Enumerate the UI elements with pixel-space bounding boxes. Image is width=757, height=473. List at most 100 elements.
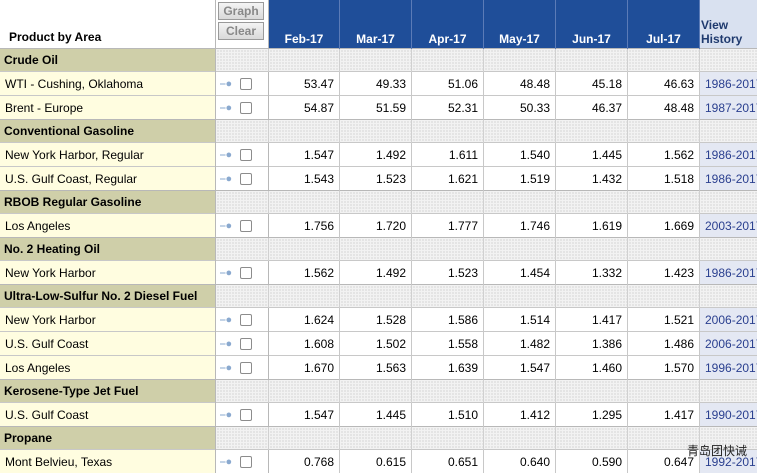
series-checkbox[interactable] xyxy=(240,173,252,185)
view-history-link: 2006-2017 xyxy=(700,332,757,356)
series-checkbox[interactable] xyxy=(240,338,252,350)
price-cell: 1.670 xyxy=(269,356,340,380)
history-range[interactable]: 1986-2017 xyxy=(705,172,757,186)
table-row: New York Harbor, Regular⎯●1.5471.4921.61… xyxy=(0,143,757,167)
price-cell: 1.547 xyxy=(484,356,556,380)
key-icon[interactable]: ⎯● xyxy=(220,149,232,162)
price-cell: 1.611 xyxy=(412,143,484,167)
price-cell: 50.33 xyxy=(484,96,556,120)
area-label: Los Angeles xyxy=(0,214,216,238)
price-cell: 1.563 xyxy=(340,356,412,380)
category-filler xyxy=(628,120,700,143)
month-header: May-17 xyxy=(484,0,556,49)
category-filler xyxy=(484,238,556,261)
clear-button[interactable]: Clear xyxy=(218,22,264,40)
series-checkbox[interactable] xyxy=(240,149,252,161)
key-icon[interactable]: ⎯● xyxy=(220,314,232,327)
price-cell: 49.33 xyxy=(340,72,412,96)
series-checkbox[interactable] xyxy=(240,314,252,326)
series-checkbox[interactable] xyxy=(240,362,252,374)
row-controls: ⎯● xyxy=(216,261,269,285)
category-filler xyxy=(556,380,628,403)
area-label: U.S. Gulf Coast xyxy=(0,332,216,356)
key-icon[interactable]: ⎯● xyxy=(220,78,232,91)
price-cell: 1.528 xyxy=(340,308,412,332)
price-cell: 1.502 xyxy=(340,332,412,356)
category-filler xyxy=(216,285,269,308)
series-checkbox[interactable] xyxy=(240,78,252,90)
category-label: Conventional Gasoline xyxy=(0,120,216,143)
graph-button[interactable]: Graph xyxy=(218,2,264,20)
category-label: Ultra-Low-Sulfur No. 2 Diesel Fuel xyxy=(0,285,216,308)
category-filler xyxy=(340,285,412,308)
category-filler xyxy=(216,380,269,403)
category-filler xyxy=(340,427,412,450)
series-checkbox[interactable] xyxy=(240,267,252,279)
history-range[interactable]: 2006-2017 xyxy=(705,313,757,327)
key-icon[interactable]: ⎯● xyxy=(220,338,232,351)
category-filler xyxy=(216,120,269,143)
category-filler xyxy=(340,238,412,261)
key-icon[interactable]: ⎯● xyxy=(220,173,232,186)
area-label: U.S. Gulf Coast xyxy=(0,403,216,427)
category-filler xyxy=(700,380,757,403)
category-filler xyxy=(269,427,340,450)
price-cell: 1.454 xyxy=(484,261,556,285)
category-row: Propane xyxy=(0,427,757,450)
price-cell: 1.412 xyxy=(484,403,556,427)
history-range[interactable]: 1990-2017 xyxy=(705,408,757,422)
series-checkbox[interactable] xyxy=(240,220,252,232)
category-filler xyxy=(556,285,628,308)
view-history-link: 2006-2017 xyxy=(700,308,757,332)
series-checkbox[interactable] xyxy=(240,409,252,421)
category-filler xyxy=(412,191,484,214)
price-cell: 0.640 xyxy=(484,450,556,473)
row-controls: ⎯● xyxy=(216,143,269,167)
view-history-link: 1986-2017 xyxy=(700,72,757,96)
category-label: Kerosene-Type Jet Fuel xyxy=(0,380,216,403)
key-icon[interactable]: ⎯● xyxy=(220,102,232,115)
key-icon[interactable]: ⎯● xyxy=(220,362,232,375)
price-cell: 1.621 xyxy=(412,167,484,191)
category-filler xyxy=(412,380,484,403)
category-row: Kerosene-Type Jet Fuel xyxy=(0,380,757,403)
price-cell: 1.486 xyxy=(628,332,700,356)
price-cell: 1.423 xyxy=(628,261,700,285)
price-cell: 0.651 xyxy=(412,450,484,473)
category-row: Crude Oil xyxy=(0,49,757,72)
category-filler xyxy=(269,285,340,308)
table-row: U.S. Gulf Coast, Regular⎯●1.5431.5231.62… xyxy=(0,167,757,191)
product-by-area-header: Product by Area xyxy=(0,0,216,49)
key-icon[interactable]: ⎯● xyxy=(220,220,232,233)
history-range[interactable]: 1987-2017 xyxy=(705,101,757,115)
history-range[interactable]: 2003-2017 xyxy=(705,219,757,233)
history-range[interactable]: 1996-2017 xyxy=(705,361,757,375)
price-cell: 1.562 xyxy=(269,261,340,285)
price-cell: 1.521 xyxy=(628,308,700,332)
category-row: Ultra-Low-Sulfur No. 2 Diesel Fuel xyxy=(0,285,757,308)
category-filler xyxy=(412,285,484,308)
category-filler xyxy=(340,191,412,214)
history-range[interactable]: 1986-2017 xyxy=(705,266,757,280)
price-cell: 1.492 xyxy=(340,261,412,285)
series-checkbox[interactable] xyxy=(240,456,252,468)
category-filler xyxy=(216,427,269,450)
history-range[interactable]: 1986-2017 xyxy=(705,148,757,162)
price-cell: 1.510 xyxy=(412,403,484,427)
category-row: Conventional Gasoline xyxy=(0,120,757,143)
key-icon[interactable]: ⎯● xyxy=(220,267,232,280)
category-filler xyxy=(484,380,556,403)
row-controls: ⎯● xyxy=(216,72,269,96)
area-label: Brent - Europe xyxy=(0,96,216,120)
month-header: Feb-17 xyxy=(269,0,340,49)
price-cell: 1.756 xyxy=(269,214,340,238)
category-filler xyxy=(340,49,412,72)
history-range[interactable]: 1986-2017 xyxy=(705,77,757,91)
key-icon[interactable]: ⎯● xyxy=(220,456,232,469)
series-checkbox[interactable] xyxy=(240,102,252,114)
history-range[interactable]: 2006-2017 xyxy=(705,337,757,351)
price-cell: 1.558 xyxy=(412,332,484,356)
month-header: Mar-17 xyxy=(340,0,412,49)
key-icon[interactable]: ⎯● xyxy=(220,409,232,422)
category-filler xyxy=(412,427,484,450)
